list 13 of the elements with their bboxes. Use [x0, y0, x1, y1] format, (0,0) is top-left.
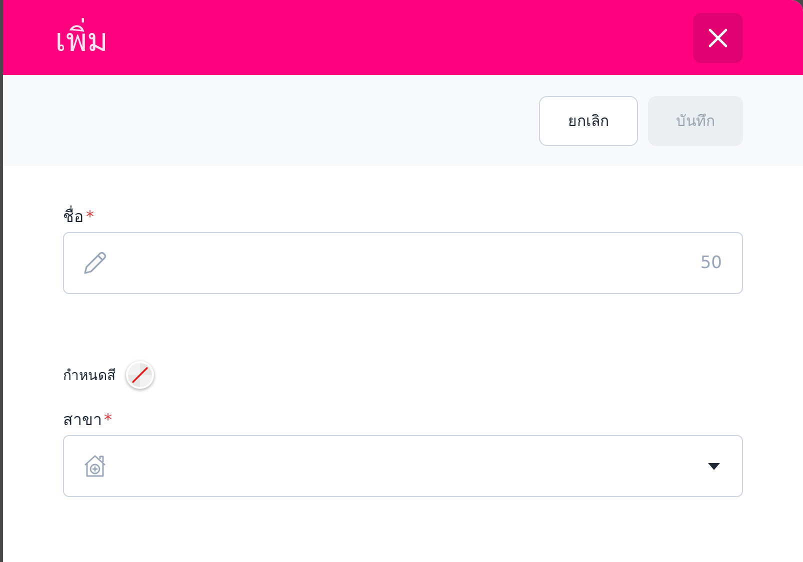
character-counter: 50 [700, 253, 722, 273]
close-icon [708, 28, 728, 48]
cancel-button[interactable]: ยกเลิก [539, 96, 638, 146]
clinic-house-icon [82, 453, 108, 479]
color-label: กำหนดสี [63, 367, 116, 386]
pencil-icon [82, 250, 108, 276]
field-label: สาขา* [63, 409, 113, 429]
field-label: ชื่อ* [63, 204, 95, 226]
name-input-field[interactable]: 50 [63, 232, 743, 294]
caret-icon [708, 462, 720, 470]
dialog-title: เพิ่ม [55, 16, 108, 60]
close-button[interactable] [693, 12, 743, 62]
color-picker-swatch[interactable] [126, 361, 154, 389]
